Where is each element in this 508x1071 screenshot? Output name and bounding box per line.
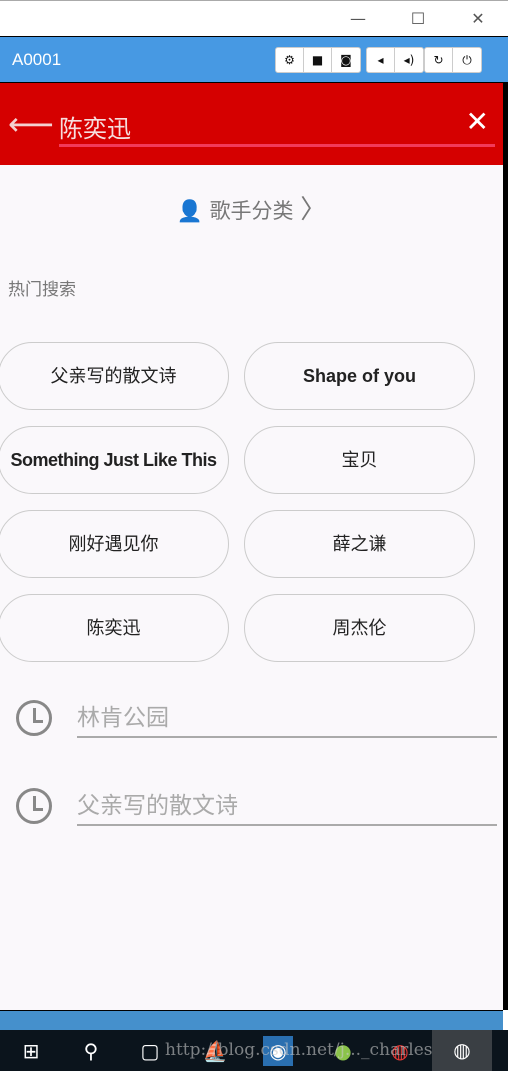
hot-tag[interactable]: 陈奕迅 [0, 594, 229, 662]
content: 👤 歌手分类 〉 热门搜索 父亲写的散文诗 Shape of you Somet… [0, 165, 503, 1010]
rotate-icon[interactable]: ↻ [425, 48, 453, 72]
tools-group: ⚙ ■ ◙ [275, 47, 361, 73]
windows-start-icon[interactable]: ⊞ [16, 1036, 46, 1066]
minimize-button[interactable]: — [348, 9, 368, 29]
hot-tag[interactable]: 周杰伦 [244, 594, 475, 662]
hot-tag[interactable]: 薛之谦 [244, 510, 475, 578]
hot-tag[interactable]: Something Just Like This [0, 426, 229, 494]
volume-group: ◂ ◂) [366, 47, 424, 73]
power-icon[interactable]: ⏻ [453, 48, 481, 72]
history-text: 林肯公园 [77, 705, 169, 731]
person-icon: 👤 [176, 199, 203, 223]
hot-search-title: 热门搜索 [8, 280, 76, 300]
hot-tag[interactable]: 宝贝 [244, 426, 475, 494]
device-name: A0001 [12, 50, 62, 69]
task-view-icon[interactable]: ▢ [135, 1036, 165, 1066]
power-group: ↻ ⏻ [424, 47, 482, 73]
divider [77, 736, 497, 738]
window-titlebar: — ☐ ✕ [0, 0, 508, 37]
volume-up-icon[interactable]: ◂) [395, 48, 423, 72]
window-edge [503, 83, 508, 1010]
chevron-right-icon: 〉 [300, 195, 327, 225]
singer-category-link[interactable]: 👤 歌手分类 〉 [0, 189, 503, 226]
hot-tag[interactable]: 刚好遇见你 [0, 510, 229, 578]
gear-icon[interactable]: ⚙ [276, 48, 304, 72]
divider [77, 824, 497, 826]
history-item[interactable]: 林肯公园 [0, 692, 503, 752]
taskbar: ⊞ ⚲ ▢ ⛵ ◉ ● ◍ ◍ http://blog.csdn.net/j..… [0, 1030, 508, 1071]
clear-icon[interactable]: ✕ [466, 105, 489, 138]
watermark: http://blog.csdn.net/j..._charles [165, 1040, 433, 1060]
emulator-bottom-bar [0, 1010, 503, 1030]
history-text: 父亲写的散文诗 [77, 793, 238, 819]
volume-down-icon[interactable]: ◂ [367, 48, 395, 72]
app-icon[interactable]: ◍ [432, 1030, 492, 1071]
video-icon[interactable]: ■ [304, 48, 332, 72]
back-arrow-icon[interactable]: ⟵ [8, 105, 54, 143]
search-input[interactable]: 陈奕迅 [59, 109, 131, 144]
singer-category-label: 歌手分类 [209, 199, 294, 223]
close-window-button[interactable]: ✕ [468, 9, 488, 29]
clock-icon [16, 788, 52, 824]
search-underline [59, 144, 495, 147]
hot-tag[interactable]: Shape of you [244, 342, 475, 410]
search-bar: ⟵ 陈奕迅 ✕ [0, 83, 503, 165]
emulator-toolbar: A0001 ⚙ ■ ◙ ◂ ◂) ↻ ⏻ [0, 37, 508, 83]
hot-tag[interactable]: 父亲写的散文诗 [0, 342, 229, 410]
history-item[interactable]: 父亲写的散文诗 [0, 780, 503, 840]
clock-icon [16, 700, 52, 736]
camera-icon[interactable]: ◙ [332, 48, 360, 72]
maximize-button[interactable]: ☐ [408, 9, 428, 29]
search-icon[interactable]: ⚲ [76, 1036, 106, 1066]
